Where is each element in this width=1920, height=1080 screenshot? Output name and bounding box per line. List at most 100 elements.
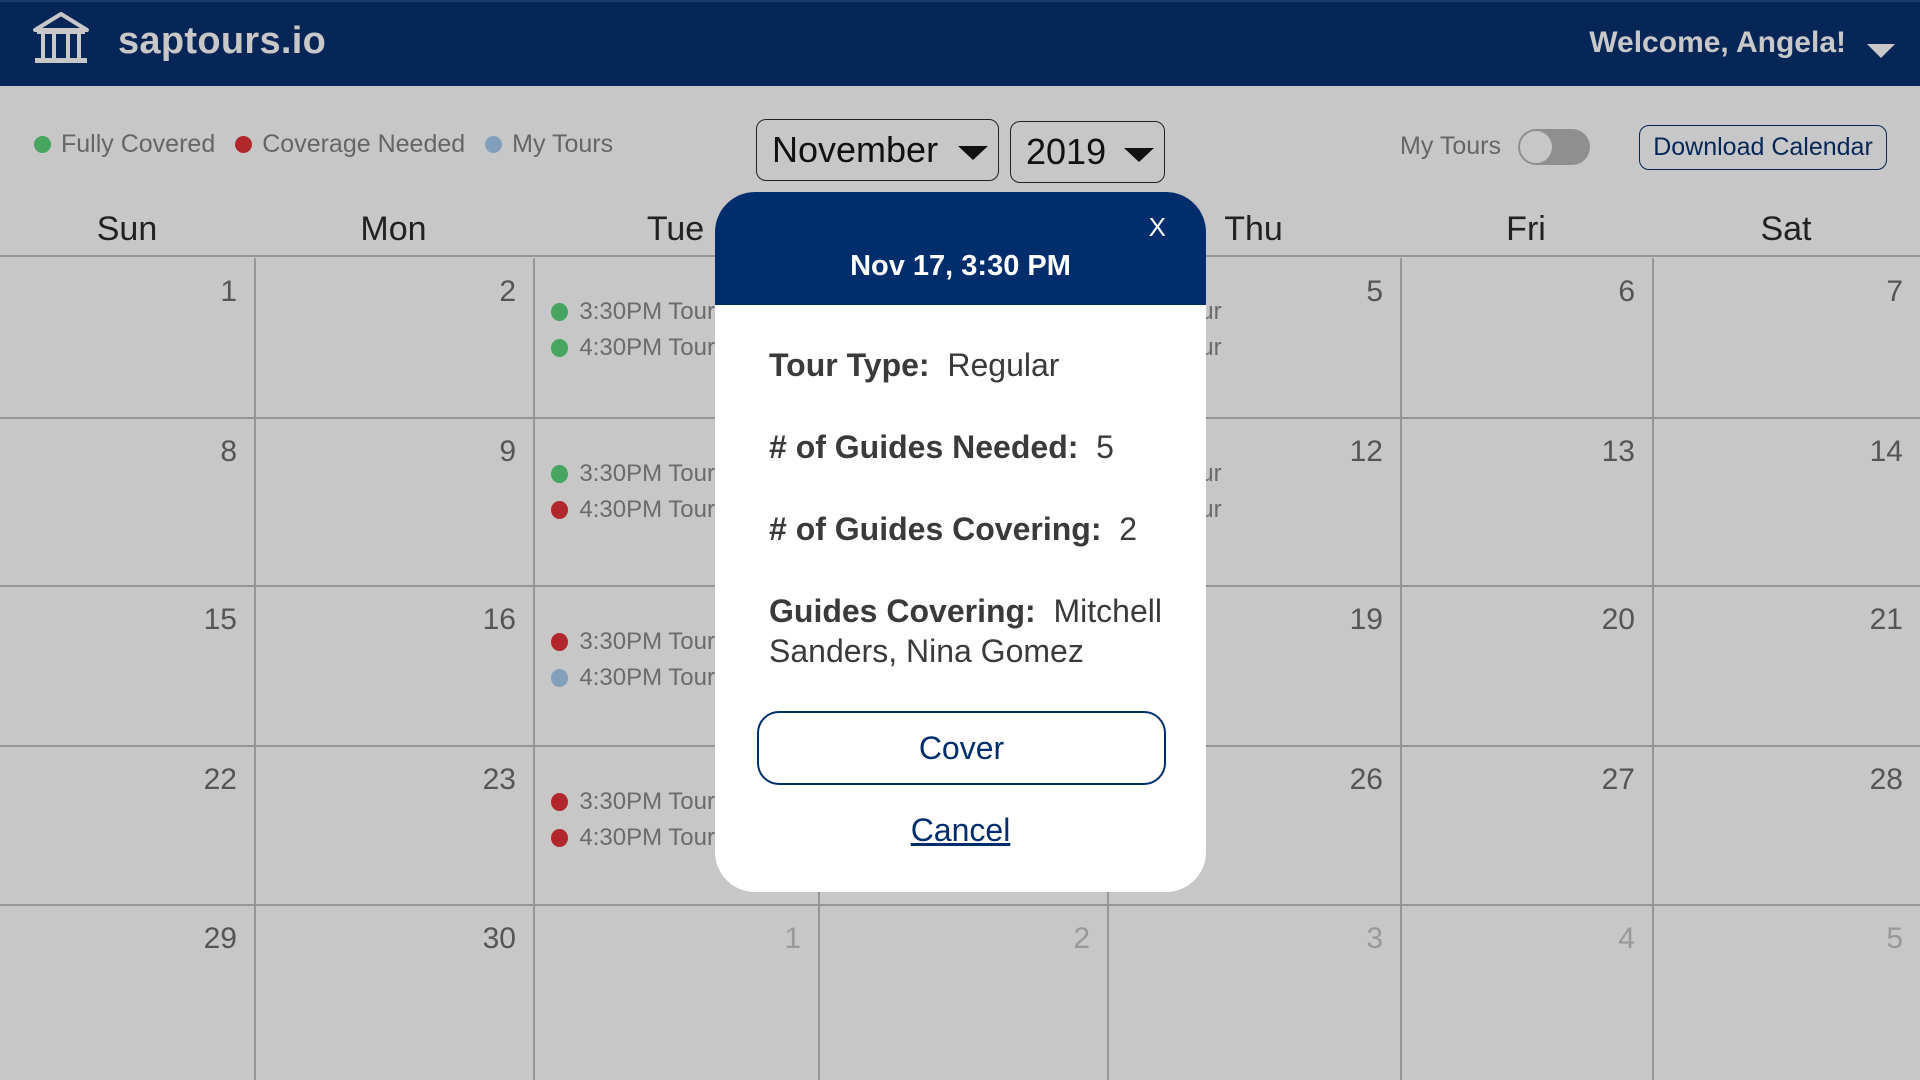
guides-covering-count-field: # of Guides Covering: 2: [769, 509, 1169, 549]
needed-status-dot-icon: [551, 633, 569, 651]
legend-label: Coverage Needed: [262, 130, 466, 158]
calendar-day-cell[interactable]: [533, 904, 818, 1080]
month-value: November: [772, 129, 939, 170]
day-number: 5: [1886, 922, 1903, 955]
tour-event-label: 3:30PM Tour: [579, 298, 715, 325]
my-tours-toggle-label: My Tours: [1400, 132, 1501, 160]
calendar-day-cell[interactable]: [1400, 255, 1652, 417]
day-number: 7: [1886, 275, 1903, 308]
tour-event-label: 3:30PM Tour: [579, 628, 715, 655]
day-number: 8: [220, 435, 237, 468]
caret-down-icon: [958, 146, 988, 160]
tour-event[interactable]: 3:30PM Tour: [551, 298, 715, 326]
modal-header: X Nov 17, 3:30 PM: [715, 192, 1206, 305]
download-calendar-button[interactable]: Download Calendar: [1639, 125, 1887, 170]
legend: Fully Covered Coverage Needed My Tours: [34, 130, 633, 159]
calendar-day-cell[interactable]: [1400, 904, 1652, 1080]
day-number: 19: [1349, 603, 1383, 636]
mine-status-dot-icon: [551, 669, 569, 687]
day-number: 29: [203, 922, 237, 955]
year-select[interactable]: 2019: [1010, 121, 1165, 183]
day-number: 1: [220, 275, 237, 308]
day-number: 30: [482, 922, 516, 955]
day-header-sun: Sun: [96, 210, 158, 248]
day-number: 2: [499, 275, 516, 308]
tour-event[interactable]: 4:30PM Tour: [551, 334, 715, 362]
cancel-link[interactable]: Cancel: [715, 812, 1206, 849]
day-number: 3: [1366, 922, 1383, 955]
tour-details-modal: X Nov 17, 3:30 PM Tour Type: Regular # o…: [715, 192, 1206, 892]
brand-name[interactable]: saptours.io: [118, 20, 326, 63]
covered-status-dot-icon: [551, 465, 569, 483]
day-number: 20: [1601, 603, 1635, 636]
day-number: 14: [1869, 435, 1903, 468]
chevron-down-icon[interactable]: [1867, 44, 1895, 58]
day-number: 16: [482, 603, 516, 636]
guides-needed-field: # of Guides Needed: 5: [769, 427, 1169, 467]
day-number: 9: [499, 435, 516, 468]
calendar-day-cell[interactable]: [1652, 255, 1920, 417]
calendar-day-cell[interactable]: [818, 904, 1107, 1080]
tour-event[interactable]: 3:30PM Tour: [551, 788, 715, 816]
legend-fully-covered: Fully Covered: [34, 130, 215, 159]
calendar-day-cell[interactable]: [254, 255, 533, 417]
month-select[interactable]: November: [756, 119, 999, 181]
covered-status-dot-icon: [551, 303, 569, 321]
day-header-fri: Fri: [1506, 210, 1546, 248]
tour-event-label: 4:30PM Tour: [579, 824, 715, 851]
day-number: 15: [203, 603, 237, 636]
toggle-knob: [1519, 130, 1553, 164]
field-label: # of Guides Covering:: [769, 511, 1102, 547]
needed-status-dot-icon: [551, 829, 569, 847]
field-value: 5: [1096, 429, 1114, 465]
bank-building-icon[interactable]: [32, 12, 90, 66]
tour-event-label: 3:30PM Tour: [579, 788, 715, 815]
calendar-day-cell[interactable]: [0, 255, 254, 417]
field-value: 2: [1119, 511, 1138, 547]
tour-event-label: 3:30PM Tour: [579, 460, 715, 487]
field-value: Regular: [947, 347, 1060, 383]
tour-event[interactable]: 3:30PM Tour: [551, 460, 715, 488]
year-value: 2019: [1026, 131, 1107, 172]
day-number: 26: [1349, 763, 1383, 796]
field-label: # of Guides Needed:: [769, 429, 1079, 465]
tour-event[interactable]: 4:30PM Tour: [551, 496, 715, 524]
day-number: 23: [482, 763, 516, 796]
calendar-day-cell[interactable]: [254, 417, 533, 585]
day-number: 13: [1601, 435, 1635, 468]
red-dot-icon: [235, 136, 253, 153]
my-tours-toggle[interactable]: [1518, 129, 1590, 165]
day-number: 2: [1073, 922, 1090, 955]
legend-coverage-needed: Coverage Needed: [235, 130, 465, 159]
day-number: 21: [1869, 603, 1903, 636]
close-icon[interactable]: X: [1149, 212, 1166, 243]
day-number: 27: [1601, 763, 1635, 796]
tour-event[interactable]: 4:30PM Tour: [551, 824, 715, 852]
tour-event-label: 4:30PM Tour: [579, 496, 715, 523]
day-number: 4: [1618, 922, 1635, 955]
tour-type-field: Tour Type: Regular: [769, 345, 1169, 385]
calendar-day-cell[interactable]: [1652, 904, 1920, 1080]
tour-event-label: 4:30PM Tour: [579, 664, 715, 691]
top-nav-bar: saptours.io Welcome, Angela!: [0, 0, 1920, 86]
needed-status-dot-icon: [551, 793, 569, 811]
legend-my-tours: My Tours: [485, 130, 613, 159]
tour-event[interactable]: 3:30PM Tour: [551, 628, 715, 656]
calendar-day-cell[interactable]: [1107, 904, 1400, 1080]
legend-label: My Tours: [512, 130, 614, 158]
tour-event[interactable]: 4:30PM Tour: [551, 664, 715, 692]
day-header-sat: Sat: [1760, 210, 1812, 248]
legend-label: Fully Covered: [61, 130, 216, 158]
cover-button[interactable]: Cover: [757, 711, 1166, 785]
calendar-day-cell[interactable]: [0, 417, 254, 585]
green-dot-icon: [34, 136, 51, 153]
user-menu[interactable]: Welcome, Angela!: [1589, 26, 1846, 60]
day-number: 6: [1618, 275, 1635, 308]
needed-status-dot-icon: [551, 501, 569, 519]
field-label: Tour Type:: [769, 347, 930, 383]
day-number: 1: [784, 922, 801, 955]
day-header-mon: Mon: [360, 210, 427, 248]
tour-event-label: 4:30PM Tour: [579, 334, 715, 361]
field-label: Guides Covering:: [769, 593, 1036, 629]
day-number: 28: [1869, 763, 1903, 796]
